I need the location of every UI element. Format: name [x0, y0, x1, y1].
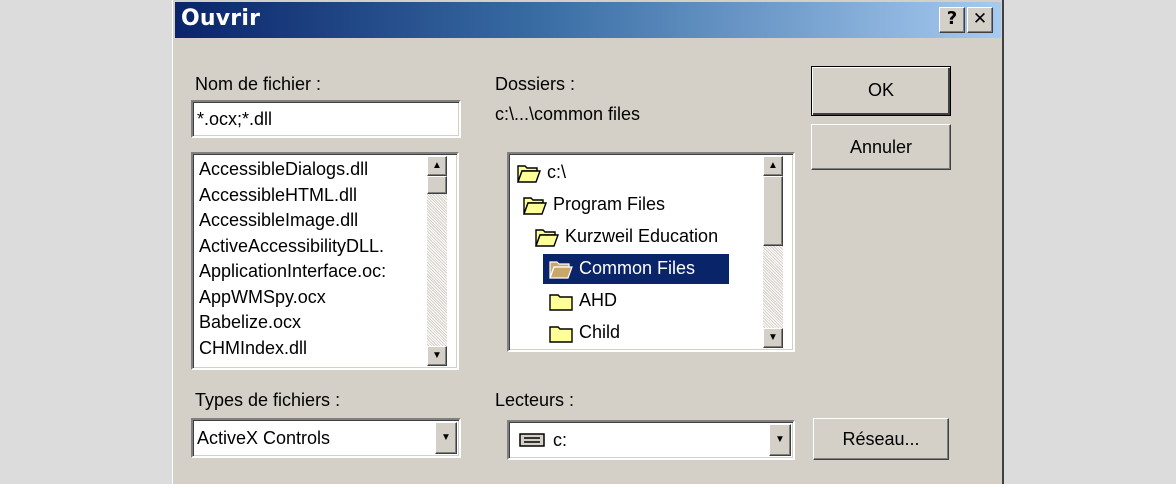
folder-tree-item[interactable]: Common Files — [543, 254, 729, 284]
help-button[interactable]: ? — [939, 7, 965, 33]
folder-tree-item[interactable]: AHD — [543, 286, 751, 316]
open-dialog: Ouvrir ? ✕ Nom de fichier : *.ocx;*.dll … — [172, 0, 1004, 484]
folder-tree-item-label: Common Files — [579, 258, 696, 278]
file-list-item[interactable]: CHMIndex.dll — [199, 337, 307, 359]
folder-tree[interactable]: c:\ Program Files Kurzweil Education Common… — [507, 152, 795, 352]
file-types-value: ActiveX Controls — [197, 428, 331, 448]
scroll-thumb[interactable] — [763, 176, 783, 246]
file-types-label: Types de fichiers : — [195, 390, 341, 410]
file-list-item[interactable]: Babelize.ocx — [199, 311, 301, 333]
dropdown-arrow-icon[interactable]: ▼ — [769, 424, 791, 456]
file-list-scrollbar[interactable]: ▲ ▼ — [427, 156, 447, 366]
file-list[interactable]: AccessibleDialogs.dll AccessibleHTML.dll A… — [191, 152, 459, 370]
folder-tree-item-label: AHD — [579, 290, 618, 310]
scroll-up-arrow-icon[interactable]: ▲ — [763, 156, 783, 176]
filename-value: *.ocx;*.dll — [197, 109, 273, 129]
current-folder-path: c:\...\common files — [495, 104, 641, 124]
scroll-thumb[interactable] — [427, 176, 447, 194]
file-types-combo[interactable]: ActiveX Controls ▼ — [191, 418, 461, 458]
folder-tree-item-label: Program Files — [553, 194, 666, 214]
cancel-button[interactable]: Annuler — [811, 124, 951, 170]
folder-tree-item-label: c:\ — [547, 162, 567, 182]
network-button[interactable]: Réseau... — [813, 418, 949, 460]
scroll-down-arrow-icon[interactable]: ▼ — [427, 346, 447, 366]
folder-tree-item[interactable]: c:\ — [511, 158, 751, 188]
folders-label: Dossiers : — [495, 74, 576, 94]
background-left — [0, 0, 172, 488]
file-list-item[interactable]: AppWMSpy.ocx — [199, 286, 326, 308]
folder-tree-item[interactable]: Kurzweil Education — [529, 222, 751, 252]
drives-label: Lecteurs : — [495, 390, 575, 410]
filename-input[interactable]: *.ocx;*.dll — [191, 100, 461, 138]
file-list-item[interactable]: AccessibleImage.dll — [199, 209, 358, 231]
file-list-item[interactable]: ApplicationInterface.oc: — [199, 260, 386, 282]
close-button[interactable]: ✕ — [967, 7, 993, 33]
folder-tree-item-label: Child — [579, 322, 621, 342]
bottom-edge — [0, 484, 1176, 488]
folder-tree-item[interactable]: Child — [543, 318, 751, 348]
title-bar[interactable]: Ouvrir ? ✕ — [175, 2, 1001, 38]
scroll-down-arrow-icon[interactable]: ▼ — [763, 328, 783, 348]
ok-button[interactable]: OK — [811, 66, 951, 116]
drive-icon — [519, 433, 545, 447]
file-list-item[interactable]: AccessibleDialogs.dll — [199, 158, 368, 180]
file-list-item[interactable]: AccessibleHTML.dll — [199, 184, 357, 206]
background-right — [1004, 0, 1176, 488]
folder-tree-item-label: Kurzweil Education — [565, 226, 719, 246]
folder-tree-item[interactable]: Program Files — [517, 190, 751, 220]
drives-combo[interactable]: c: ▼ — [507, 420, 795, 460]
scroll-up-arrow-icon[interactable]: ▲ — [427, 156, 447, 176]
file-list-item[interactable]: ActiveAccessibilityDLL. — [199, 235, 384, 257]
folder-tree-scrollbar[interactable]: ▲ ▼ — [763, 156, 783, 348]
filename-label: Nom de fichier : — [195, 74, 322, 94]
drives-value: c: — [553, 430, 568, 450]
window-title: Ouvrir — [181, 6, 261, 31]
dropdown-arrow-icon[interactable]: ▼ — [435, 422, 457, 454]
